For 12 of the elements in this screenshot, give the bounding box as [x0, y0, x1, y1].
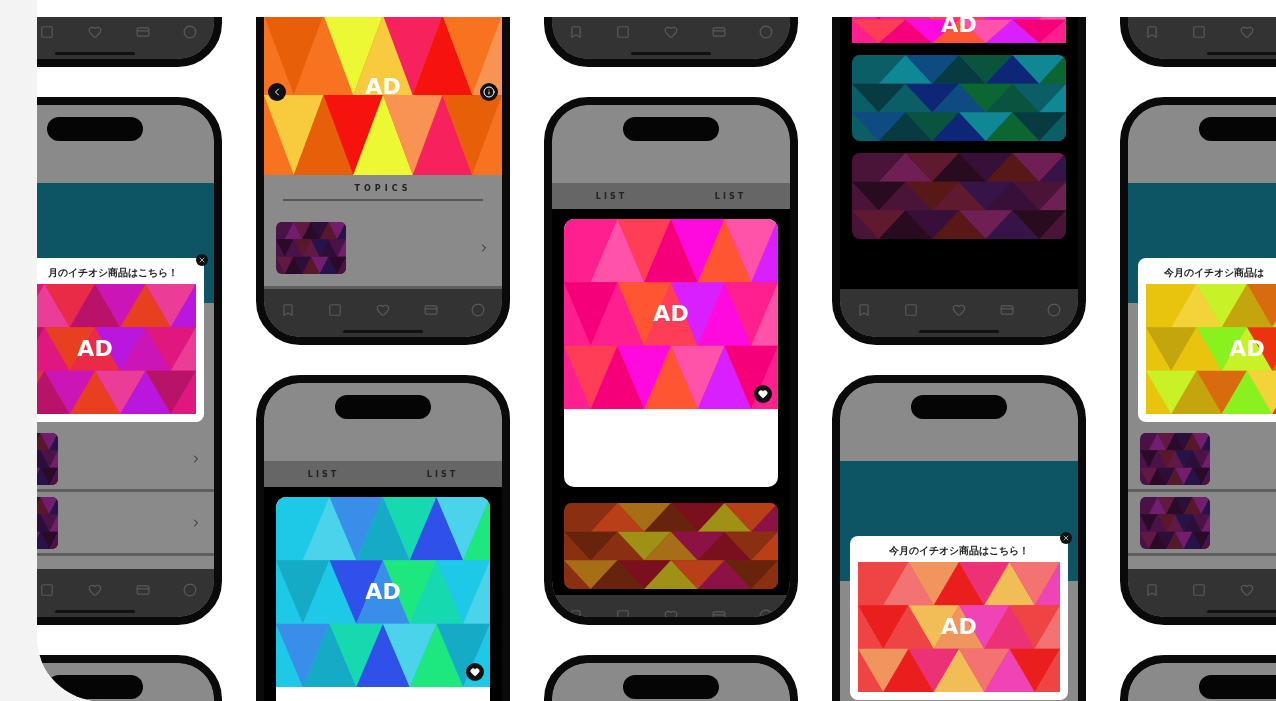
coupon-card[interactable]: AD: [276, 497, 490, 701]
popup-title: 今月のイチオシ商品は: [1163, 266, 1265, 280]
tab[interactable]: LIST: [595, 191, 628, 201]
tab[interactable]: LIST: [307, 469, 340, 479]
ad-label: AD: [365, 73, 401, 101]
ad-label: AD: [365, 578, 401, 606]
tab[interactable]: LIST: [714, 191, 747, 201]
popup-title: 月のイチオシ商品はこちら！: [47, 266, 179, 280]
ad-label: AD: [941, 613, 977, 641]
popup-title: 今月のイチオシ商品はこちら！: [888, 544, 1030, 558]
section-title: TOPICS: [354, 183, 412, 193]
tab[interactable]: LIST: [426, 469, 459, 479]
